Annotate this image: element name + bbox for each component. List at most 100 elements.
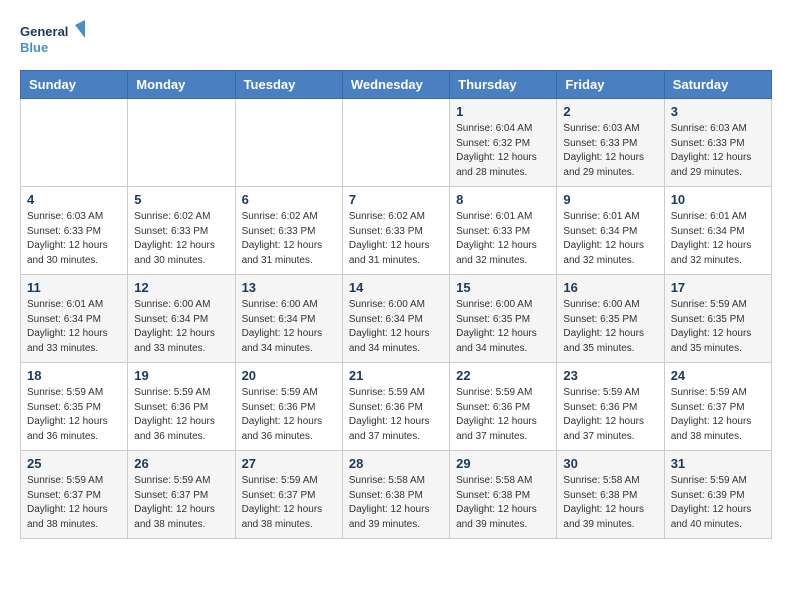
day-cell [235, 99, 342, 187]
day-info: Sunrise: 5:58 AM Sunset: 6:38 PM Dayligh… [563, 474, 657, 532]
day-number: 31 [671, 456, 765, 471]
day-number: 10 [671, 192, 765, 207]
day-cell: 16 Sunrise: 6:00 AM Sunset: 6:35 PM Dayli… [557, 275, 664, 363]
day-number: 6 [242, 192, 336, 207]
day-cell: 8 Sunrise: 6:01 AM Sunset: 6:33 PM Daylig… [450, 187, 557, 275]
day-number: 5 [134, 192, 228, 207]
day-number: 13 [242, 280, 336, 295]
day-number: 28 [349, 456, 443, 471]
day-number: 27 [242, 456, 336, 471]
day-number: 22 [456, 368, 550, 383]
header-cell-saturday: Saturday [664, 71, 771, 99]
day-info: Sunrise: 6:00 AM Sunset: 6:35 PM Dayligh… [456, 298, 550, 356]
svg-text:General: General [20, 24, 68, 39]
day-cell: 31 Sunrise: 5:59 AM Sunset: 6:39 PM Dayli… [664, 451, 771, 539]
day-info: Sunrise: 5:59 AM Sunset: 6:39 PM Dayligh… [671, 474, 765, 532]
day-info: Sunrise: 5:59 AM Sunset: 6:36 PM Dayligh… [349, 386, 443, 444]
day-number: 18 [27, 368, 121, 383]
day-cell: 25Sunrise: 5:59 AM Sunset: 6:37 PM Dayli… [21, 451, 128, 539]
day-number: 20 [242, 368, 336, 383]
day-info: Sunrise: 6:01 AM Sunset: 6:34 PM Dayligh… [563, 210, 657, 268]
day-cell: 19Sunrise: 5:59 AM Sunset: 6:36 PM Dayli… [128, 363, 235, 451]
week-row-4: 18 Sunrise: 5:59 AM Sunset: 6:35 PM Dayli… [21, 363, 772, 451]
day-info: Sunrise: 5:59 AM Sunset: 6:37 PM Dayligh… [134, 474, 228, 532]
day-cell: 18 Sunrise: 5:59 AM Sunset: 6:35 PM Dayli… [21, 363, 128, 451]
day-info: Sunrise: 6:03 AM Sunset: 6:33 PM Dayligh… [671, 122, 765, 180]
day-cell [342, 99, 449, 187]
day-number: 16 [563, 280, 657, 295]
day-cell: 5 Sunrise: 6:02 AM Sunset: 6:33 PM Daylig… [128, 187, 235, 275]
day-info: Sunrise: 6:04 AM Sunset: 6:32 PM Dayligh… [456, 122, 550, 180]
header-row: SundayMondayTuesdayWednesdayThursdayFrid… [21, 71, 772, 99]
day-info: Sunrise: 5:59 AM Sunset: 6:36 PM Dayligh… [242, 386, 336, 444]
day-number: 24 [671, 368, 765, 383]
header-cell-wednesday: Wednesday [342, 71, 449, 99]
day-cell: 28 Sunrise: 5:58 AM Sunset: 6:38 PM Dayli… [342, 451, 449, 539]
day-info: Sunrise: 6:00 AM Sunset: 6:34 PM Dayligh… [134, 298, 228, 356]
day-number: 14 [349, 280, 443, 295]
day-cell: 22 Sunrise: 5:59 AM Sunset: 6:36 PM Dayli… [450, 363, 557, 451]
day-number: 26 [134, 456, 228, 471]
day-cell: 2 Sunrise: 6:03 AM Sunset: 6:33 PM Daylig… [557, 99, 664, 187]
week-row-2: 4 Sunrise: 6:03 AM Sunset: 6:33 PM Daylig… [21, 187, 772, 275]
day-cell: 11 Sunrise: 6:01 AM Sunset: 6:34 PM Dayli… [21, 275, 128, 363]
day-cell: 3Sunrise: 6:03 AM Sunset: 6:33 PM Daylig… [664, 99, 771, 187]
day-cell: 26 Sunrise: 5:59 AM Sunset: 6:37 PM Dayli… [128, 451, 235, 539]
day-cell: 12Sunrise: 6:00 AM Sunset: 6:34 PM Dayli… [128, 275, 235, 363]
day-number: 17 [671, 280, 765, 295]
page-header: General Blue [20, 20, 772, 60]
day-cell: 13 Sunrise: 6:00 AM Sunset: 6:34 PM Dayli… [235, 275, 342, 363]
day-info: Sunrise: 6:02 AM Sunset: 6:33 PM Dayligh… [134, 210, 228, 268]
logo-svg: General Blue [20, 20, 90, 60]
day-number: 4 [27, 192, 121, 207]
day-number: 15 [456, 280, 550, 295]
day-cell: 23Sunrise: 5:59 AM Sunset: 6:36 PM Dayli… [557, 363, 664, 451]
day-cell: 21Sunrise: 5:59 AM Sunset: 6:36 PM Dayli… [342, 363, 449, 451]
day-info: Sunrise: 6:01 AM Sunset: 6:33 PM Dayligh… [456, 210, 550, 268]
day-cell: 15 Sunrise: 6:00 AM Sunset: 6:35 PM Dayli… [450, 275, 557, 363]
day-info: Sunrise: 6:02 AM Sunset: 6:33 PM Dayligh… [242, 210, 336, 268]
day-cell: 6 Sunrise: 6:02 AM Sunset: 6:33 PM Daylig… [235, 187, 342, 275]
day-info: Sunrise: 6:00 AM Sunset: 6:34 PM Dayligh… [242, 298, 336, 356]
day-info: Sunrise: 6:03 AM Sunset: 6:33 PM Dayligh… [27, 210, 121, 268]
day-info: Sunrise: 6:01 AM Sunset: 6:34 PM Dayligh… [671, 210, 765, 268]
header-cell-friday: Friday [557, 71, 664, 99]
header-cell-thursday: Thursday [450, 71, 557, 99]
day-number: 19 [134, 368, 228, 383]
day-number: 25 [27, 456, 121, 471]
svg-text:Blue: Blue [20, 40, 48, 55]
day-info: Sunrise: 5:59 AM Sunset: 6:37 PM Dayligh… [671, 386, 765, 444]
day-info: Sunrise: 5:59 AM Sunset: 6:35 PM Dayligh… [671, 298, 765, 356]
day-info: Sunrise: 6:02 AM Sunset: 6:33 PM Dayligh… [349, 210, 443, 268]
day-info: Sunrise: 5:58 AM Sunset: 6:38 PM Dayligh… [456, 474, 550, 532]
header-cell-monday: Monday [128, 71, 235, 99]
day-info: Sunrise: 6:01 AM Sunset: 6:34 PM Dayligh… [27, 298, 121, 356]
day-number: 29 [456, 456, 550, 471]
day-number: 11 [27, 280, 121, 295]
day-cell: 27 Sunrise: 5:59 AM Sunset: 6:37 PM Dayli… [235, 451, 342, 539]
day-info: Sunrise: 5:58 AM Sunset: 6:38 PM Dayligh… [349, 474, 443, 532]
day-info: Sunrise: 5:59 AM Sunset: 6:36 PM Dayligh… [456, 386, 550, 444]
day-cell: 7 Sunrise: 6:02 AM Sunset: 6:33 PM Daylig… [342, 187, 449, 275]
day-cell: 20 Sunrise: 5:59 AM Sunset: 6:36 PM Dayli… [235, 363, 342, 451]
day-number: 2 [563, 104, 657, 119]
day-cell: 14 Sunrise: 6:00 AM Sunset: 6:34 PM Dayli… [342, 275, 449, 363]
day-number: 7 [349, 192, 443, 207]
day-cell [128, 99, 235, 187]
day-number: 8 [456, 192, 550, 207]
logo: General Blue [20, 20, 90, 60]
day-number: 30 [563, 456, 657, 471]
day-cell: 4 Sunrise: 6:03 AM Sunset: 6:33 PM Daylig… [21, 187, 128, 275]
calendar-table: SundayMondayTuesdayWednesdayThursdayFrid… [20, 70, 772, 539]
day-info: Sunrise: 6:00 AM Sunset: 6:34 PM Dayligh… [349, 298, 443, 356]
day-cell: 29 Sunrise: 5:58 AM Sunset: 6:38 PM Dayli… [450, 451, 557, 539]
day-info: Sunrise: 6:03 AM Sunset: 6:33 PM Dayligh… [563, 122, 657, 180]
day-cell: 10 Sunrise: 6:01 AM Sunset: 6:34 PM Dayli… [664, 187, 771, 275]
day-info: Sunrise: 6:00 AM Sunset: 6:35 PM Dayligh… [563, 298, 657, 356]
day-cell [21, 99, 128, 187]
day-info: Sunrise: 5:59 AM Sunset: 6:35 PM Dayligh… [27, 386, 121, 444]
day-cell: 17 Sunrise: 5:59 AM Sunset: 6:35 PM Dayli… [664, 275, 771, 363]
week-row-3: 11 Sunrise: 6:01 AM Sunset: 6:34 PM Dayli… [21, 275, 772, 363]
day-info: Sunrise: 5:59 AM Sunset: 6:37 PM Dayligh… [242, 474, 336, 532]
week-row-1: 1Sunrise: 6:04 AM Sunset: 6:32 PM Daylig… [21, 99, 772, 187]
